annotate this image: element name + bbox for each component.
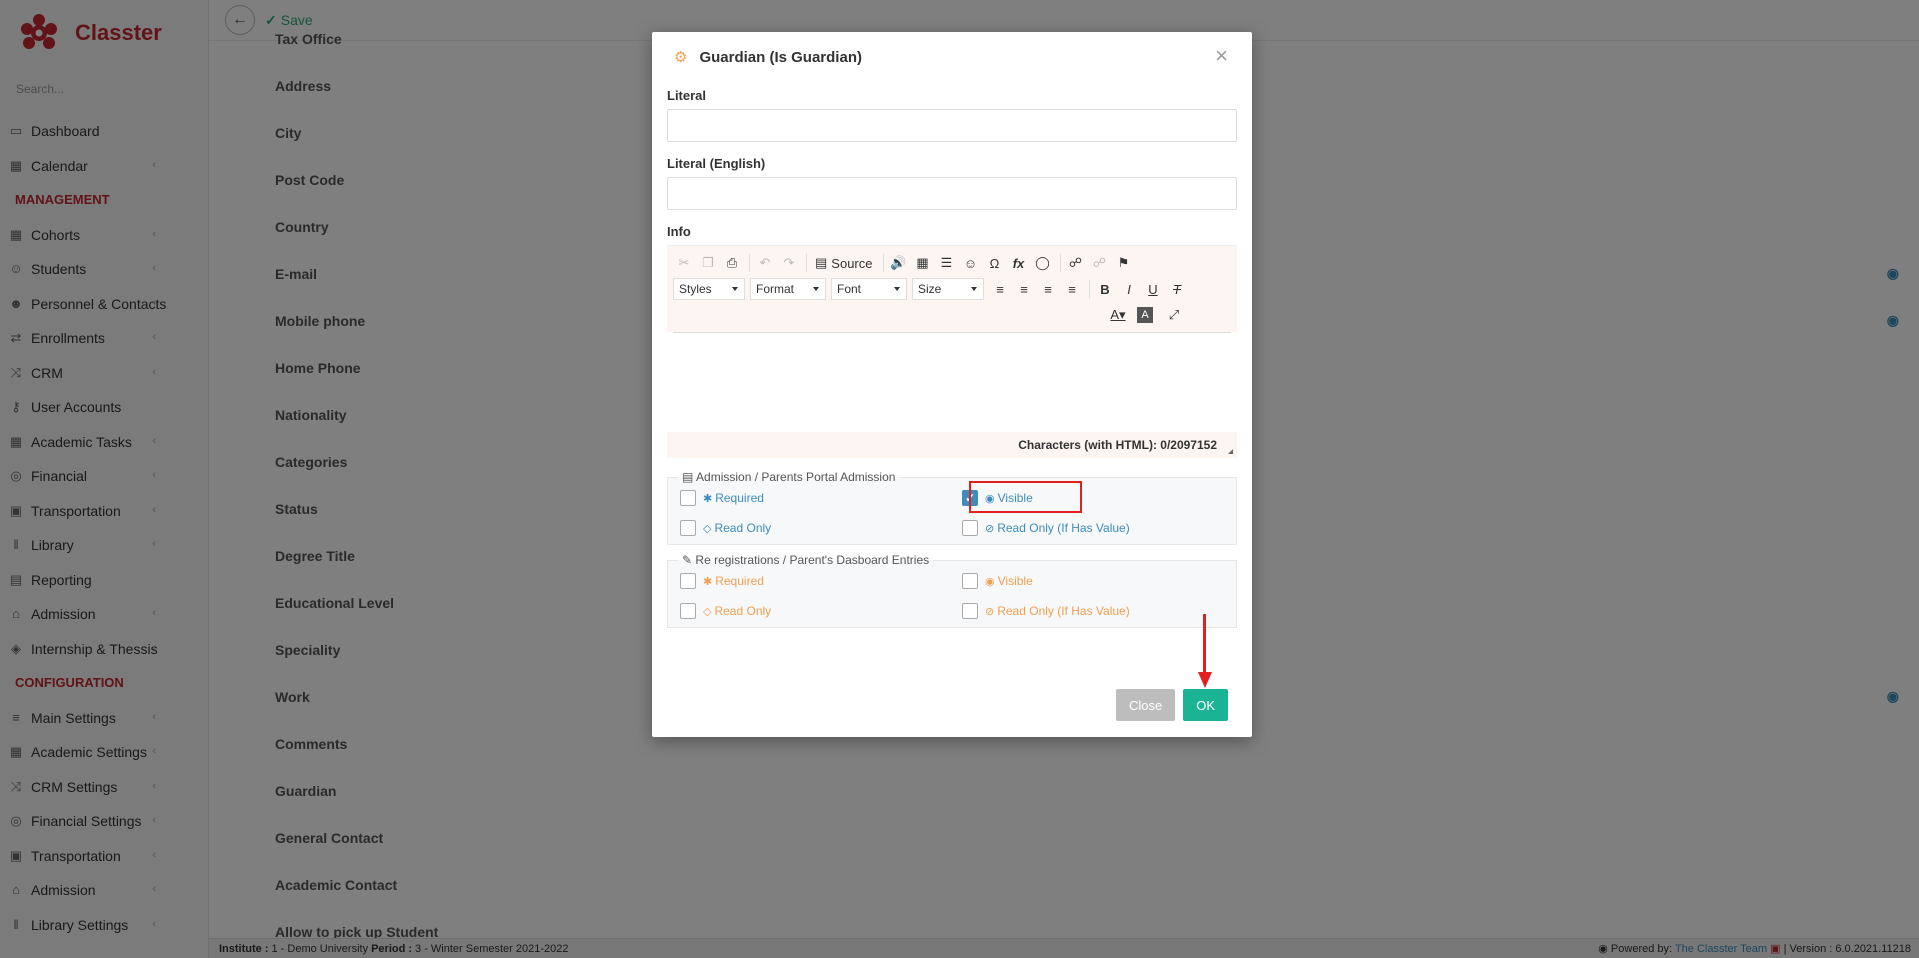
asterisk-icon: ✱ xyxy=(703,492,713,505)
char-count: Characters (with HTML): 0/2097152 xyxy=(1018,438,1217,452)
undo-icon[interactable]: ↶ xyxy=(754,252,776,274)
group2-visible-checkbox[interactable] xyxy=(962,573,978,589)
group2-readonly-option[interactable]: ◇ Read Only xyxy=(680,603,962,619)
user-edit-icon: ✎ xyxy=(682,553,693,567)
literal-input[interactable] xyxy=(667,109,1237,142)
modal-header: ⚙ Guardian (Is Guardian) × xyxy=(652,32,1252,82)
group2-visible-option[interactable]: ◉ Visible xyxy=(962,573,1222,589)
text-color-icon[interactable]: A▾ xyxy=(1107,304,1129,326)
size-select[interactable]: Size xyxy=(912,278,984,300)
underline-icon[interactable]: U xyxy=(1142,278,1164,300)
group2-required-checkbox[interactable] xyxy=(680,573,696,589)
eye-icon: ◉ xyxy=(985,575,995,588)
lock-icon: ◇ xyxy=(703,522,712,535)
group2-visible-label: Visible xyxy=(997,574,1033,588)
group1-readonly-if-label: Read Only (If Has Value) xyxy=(997,521,1130,535)
group1-required-label: Required xyxy=(715,491,764,505)
font-label: Font xyxy=(837,282,862,296)
admission-portal-group: ▤ Admission / Parents Portal Admission ✱… xyxy=(667,470,1237,545)
redo-icon[interactable]: ↷ xyxy=(778,252,800,274)
bg-color-icon[interactable]: A xyxy=(1137,307,1153,323)
lock-icon: ◇ xyxy=(703,605,712,618)
group1-readonly-checkbox[interactable] xyxy=(680,520,696,536)
group1-legend-text: Admission / Parents Portal Admission xyxy=(696,470,896,484)
modal-footer: Close OK xyxy=(1108,689,1228,721)
group1-readonly-label: Read Only xyxy=(714,521,772,535)
special-char-icon[interactable]: Ω xyxy=(984,252,1006,274)
red-arrow-annotation xyxy=(1198,614,1212,690)
info-label: Info xyxy=(667,224,691,239)
formula-icon[interactable]: fx xyxy=(1008,252,1030,274)
resize-handle-icon[interactable] xyxy=(1228,449,1233,454)
horizontal-line-icon[interactable]: ☰ xyxy=(936,252,958,274)
visible-highlight-box xyxy=(969,481,1082,513)
italic-icon[interactable]: I xyxy=(1118,278,1140,300)
table-icon[interactable]: ▦ xyxy=(912,252,934,274)
maximize-icon[interactable]: ⤢ xyxy=(1163,304,1185,326)
rich-text-editor: ✂ ❐ ⎙ ↶ ↷ ▤ Source 🔊 ▦ ☰ ☺ Ω fx ◯ ☍ ☍ ⚑ … xyxy=(667,245,1237,458)
source-button[interactable]: ▤ Source xyxy=(811,252,877,274)
remove-format-icon[interactable]: T xyxy=(1166,278,1188,300)
globe-icon[interactable]: ◯ xyxy=(1032,252,1054,274)
literal-label: Literal xyxy=(667,88,707,103)
group1-readonly-if-checkbox[interactable] xyxy=(962,520,978,536)
link-icon[interactable]: ☍ xyxy=(1065,252,1087,274)
group2-legend-text: Re registrations / Parent's Dasboard Ent… xyxy=(695,553,930,567)
reregistration-legend: ✎ Re registrations / Parent's Dasboard E… xyxy=(678,553,933,567)
editor-toolbar: ✂ ❐ ⎙ ↶ ↷ ▤ Source 🔊 ▦ ☰ ☺ Ω fx ◯ ☍ ☍ ⚑ … xyxy=(667,246,1237,332)
group2-readonly-if-label: Read Only (If Has Value) xyxy=(997,604,1130,618)
format-select[interactable]: Format xyxy=(750,278,826,300)
ok-button[interactable]: OK xyxy=(1183,689,1228,721)
close-button[interactable]: Close xyxy=(1115,689,1176,721)
group2-required-option[interactable]: ✱ Required xyxy=(680,573,962,589)
reregistration-group: ✎ Re registrations / Parent's Dasboard E… xyxy=(667,553,1237,628)
audio-icon[interactable]: 🔊 xyxy=(888,252,910,274)
group1-readonly-if-option[interactable]: ⊘ Read Only (If Has Value) xyxy=(962,520,1222,536)
literal-english-label: Literal (English) xyxy=(667,156,766,171)
cut-icon[interactable]: ✂ xyxy=(673,252,695,274)
cogs-icon: ⚙ xyxy=(674,49,688,66)
justify-icon[interactable]: ≡ xyxy=(1061,278,1083,300)
font-select[interactable]: Font xyxy=(831,278,907,300)
editor-status-bar: Characters (with HTML): 0/2097152 xyxy=(667,432,1237,458)
asterisk-icon: ✱ xyxy=(703,575,713,588)
portal-user-icon: ▤ xyxy=(682,470,694,484)
align-right-icon[interactable]: ≡ xyxy=(1037,278,1059,300)
group2-required-label: Required xyxy=(715,574,764,588)
admission-portal-legend: ▤ Admission / Parents Portal Admission xyxy=(678,470,899,484)
smiley-icon[interactable]: ☺ xyxy=(960,252,982,274)
paste-icon[interactable]: ⎙ xyxy=(721,252,743,274)
group1-required-checkbox[interactable] xyxy=(680,490,696,506)
group2-readonly-if-option[interactable]: ⊘ Read Only (If Has Value) xyxy=(962,603,1222,619)
format-label: Format xyxy=(756,282,795,296)
anchor-flag-icon[interactable]: ⚑ xyxy=(1113,252,1135,274)
literal-english-input[interactable] xyxy=(667,177,1237,210)
field-settings-modal: ⚙ Guardian (Is Guardian) × Literal Liter… xyxy=(652,32,1252,737)
styles-select[interactable]: Styles xyxy=(673,278,745,300)
group1-required-option[interactable]: ✱ Required xyxy=(680,490,962,506)
group2-readonly-if-checkbox[interactable] xyxy=(962,603,978,619)
copy-icon[interactable]: ❐ xyxy=(697,252,719,274)
size-label: Size xyxy=(918,282,942,296)
styles-label: Styles xyxy=(679,282,712,296)
align-left-icon[interactable]: ≡ xyxy=(989,278,1011,300)
group2-readonly-label: Read Only xyxy=(714,604,772,618)
modal-title: Guardian (Is Guardian) xyxy=(699,48,862,66)
align-center-icon[interactable]: ≡ xyxy=(1013,278,1035,300)
ban-icon: ⊘ xyxy=(985,605,995,618)
unlink-icon[interactable]: ☍ xyxy=(1089,252,1111,274)
editor-content-area[interactable] xyxy=(673,332,1231,432)
ban-icon: ⊘ xyxy=(985,522,995,535)
source-icon: ▤ xyxy=(815,255,828,270)
close-icon[interactable]: × xyxy=(1215,45,1228,67)
group1-readonly-option[interactable]: ◇ Read Only xyxy=(680,520,962,536)
source-label: Source xyxy=(831,255,873,271)
group2-readonly-checkbox[interactable] xyxy=(680,603,696,619)
bold-icon[interactable]: B xyxy=(1094,278,1116,300)
